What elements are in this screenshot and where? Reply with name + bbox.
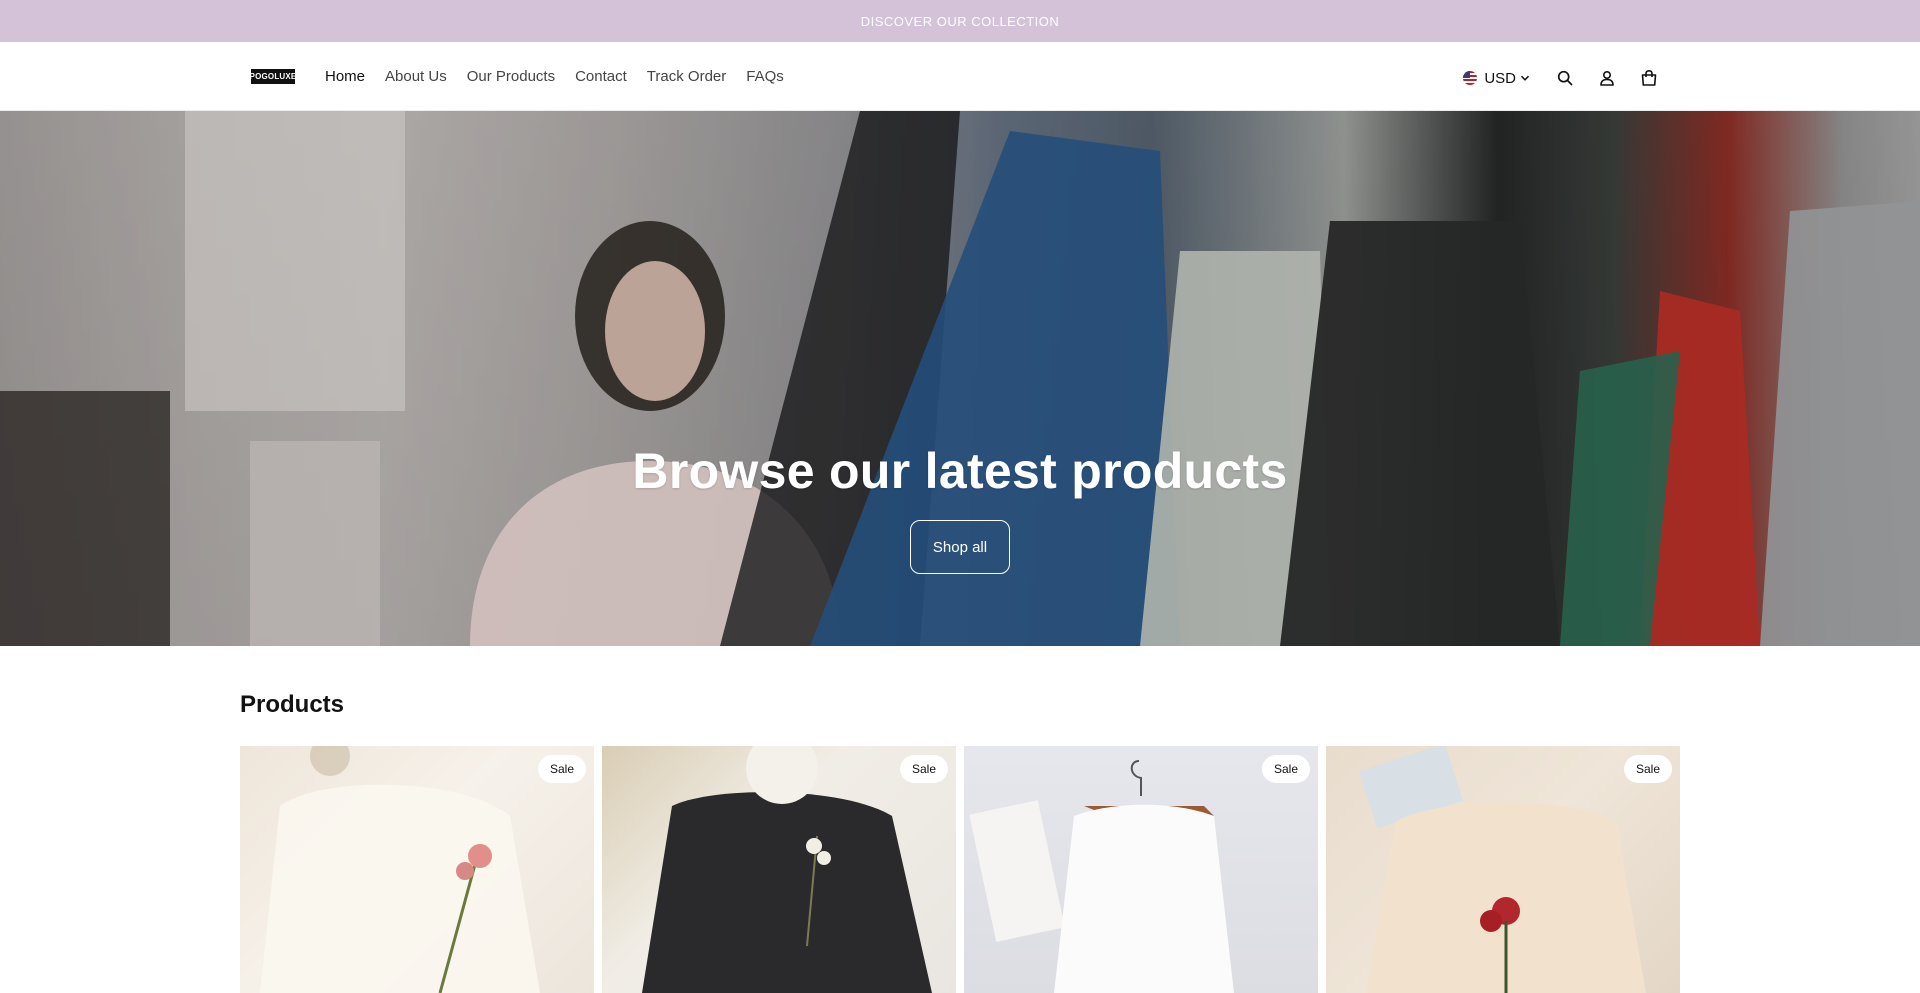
nav-track-order[interactable]: Track Order [647, 67, 726, 87]
account-button[interactable] [1586, 62, 1628, 94]
sale-badge-label: Sale [911, 762, 936, 776]
cart-button[interactable] [1628, 62, 1670, 94]
nav-our-products[interactable]: Our Products [467, 67, 555, 87]
sale-badge: Sale [537, 755, 586, 783]
products-section-title: Products [240, 691, 345, 718]
product-image [240, 746, 594, 993]
nav-about-us[interactable]: About Us [385, 67, 447, 87]
search-button[interactable] [1544, 62, 1586, 94]
chevron-down-icon [1520, 75, 1530, 81]
announcement-bar: DISCOVER OUR COLLECTION [0, 0, 1920, 42]
cart-icon [1641, 69, 1657, 86]
currency-code: USD [1484, 69, 1516, 87]
logo-text: POGOLUXE [249, 72, 297, 81]
nav-home[interactable]: Home [325, 67, 365, 87]
product-card[interactable]: Sale [602, 746, 956, 993]
hero-title: Browse our latest products [632, 443, 1288, 499]
sale-badge: Sale [1623, 755, 1672, 783]
sale-badge: Sale [1261, 755, 1310, 783]
product-image [1326, 746, 1680, 993]
header-actions: USD [1463, 62, 1670, 94]
us-flag-icon [1463, 71, 1478, 85]
logo[interactable]: POGOLUXE [249, 69, 297, 84]
nav-contact[interactable]: Contact [575, 67, 627, 87]
hero-banner: Browse our latest products Shop all [0, 111, 1920, 646]
sale-badge-label: Sale [1273, 762, 1298, 776]
announcement-text: DISCOVER OUR COLLECTION [860, 13, 1060, 29]
shop-all-button[interactable]: Shop all [910, 520, 1010, 574]
product-card[interactable]: Sale [964, 746, 1318, 993]
product-card[interactable]: Sale [240, 746, 594, 993]
product-card[interactable]: Sale [1326, 746, 1680, 993]
shop-all-label: Shop all [932, 538, 988, 556]
nav-faqs[interactable]: FAQs [746, 67, 784, 87]
product-image [602, 746, 956, 993]
account-icon [1600, 70, 1614, 86]
sale-badge-label: Sale [549, 762, 574, 776]
search-icon [1557, 70, 1573, 86]
site-header: POGOLUXE Home About Us Our Products Cont… [0, 42, 1920, 111]
product-grid: Sale Sale Sale Sale [240, 746, 1680, 993]
sale-badge-label: Sale [1635, 762, 1660, 776]
product-image [964, 746, 1318, 993]
sale-badge: Sale [899, 755, 948, 783]
main-nav: Home About Us Our Products Contact Track… [325, 67, 804, 87]
currency-selector[interactable]: USD [1463, 70, 1530, 87]
